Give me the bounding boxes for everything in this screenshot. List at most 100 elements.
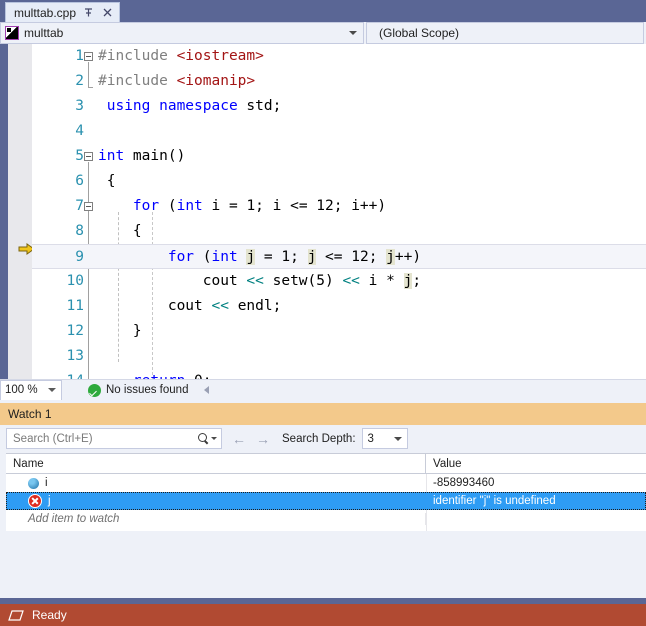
chevron-down-icon[interactable] [349, 31, 357, 35]
code-token: #include [98, 73, 177, 89]
code-token: << [342, 273, 360, 289]
pin-icon[interactable] [82, 6, 95, 19]
code-token: cout [98, 273, 247, 289]
code-token: ; [412, 273, 422, 289]
watch-value-cell[interactable]: -858993460 [426, 477, 646, 489]
search-icon[interactable] [198, 433, 209, 444]
code-line[interactable]: 3 using namespace std; [32, 94, 646, 119]
editor-navigation-bar: multtab (Global Scope) [0, 22, 646, 44]
code-line[interactable]: 11 cout << endl; [32, 294, 646, 319]
forward-arrow-icon[interactable]: → [256, 432, 270, 446]
chevron-down-icon[interactable] [211, 437, 217, 440]
line-number: 13 [66, 348, 84, 364]
error-icon [28, 494, 42, 508]
line-number: 12 [66, 323, 84, 339]
search-input[interactable]: Search (Ctrl+E) [6, 428, 222, 449]
code-line[interactable]: 1 #include <iostream> [32, 44, 646, 69]
code-token: << [211, 298, 229, 314]
code-token: for [132, 198, 160, 214]
watch-name-cell[interactable]: j [6, 494, 426, 508]
line-number: 11 [66, 298, 84, 314]
add-watch-row[interactable]: Add item to watch [6, 510, 646, 528]
document-tab-multtab-cpp[interactable]: multtab.cpp [5, 2, 121, 22]
code-token: { [98, 223, 142, 239]
line-number: 9 [75, 249, 84, 265]
watch-panel-title: Watch 1 [8, 407, 52, 421]
watch-panel-header[interactable]: Watch 1 [0, 403, 646, 425]
code-line-text: int main() [98, 144, 185, 169]
line-number: 8 [75, 223, 84, 239]
code-line[interactable]: 5 int main() [32, 144, 646, 169]
code-line-text: cout << setw(5) << i * j; [98, 269, 421, 294]
line-number: 6 [75, 173, 84, 189]
issues-indicator[interactable]: No issues found [88, 383, 189, 397]
code-token: ++) [394, 249, 422, 265]
code-token: cout [98, 298, 212, 314]
code-token: j [403, 273, 413, 289]
code-token: << [246, 273, 264, 289]
code-line[interactable]: 4 [32, 119, 646, 144]
code-line[interactable]: 6 { [32, 169, 646, 194]
line-number: 5 [75, 148, 84, 164]
zoom-level-dropdown[interactable]: 100 % [0, 379, 62, 401]
table-row[interactable]: j identifier "j" is undefined [6, 492, 646, 510]
watch-rows: i -858993460 j identifier "j" is undefined [6, 474, 646, 510]
code-token: for [167, 249, 195, 265]
code-line[interactable]: 13 [32, 344, 646, 369]
code-token: <iomanip> [176, 73, 256, 89]
code-token: setw(5) [263, 273, 343, 289]
column-header-name[interactable]: Name [6, 454, 426, 473]
code-token: { [98, 173, 116, 189]
document-tab-label: multtab.cpp [14, 5, 77, 20]
project-selector-label: multtab [24, 26, 64, 40]
code-token: = 1; [255, 249, 308, 265]
document-tab-strip: multtab.cpp [0, 0, 646, 22]
editor-left-edge [0, 44, 8, 379]
code-line[interactable]: 14 return 0; [32, 369, 646, 379]
code-line-text: return 0; [98, 369, 212, 379]
chevron-down-icon[interactable] [48, 388, 56, 392]
variable-icon [28, 477, 39, 489]
code-line[interactable]: 9 for (int j = 1; j <= 12; j++) [32, 244, 646, 269]
code-line-text: #include <iomanip> [98, 69, 255, 94]
watch-grid-header: Name Value [6, 454, 646, 474]
code-line[interactable]: 8 { [32, 219, 646, 244]
line-number: 4 [75, 123, 84, 139]
watch-name-text: i [45, 477, 48, 489]
table-row[interactable]: i -858993460 [6, 474, 646, 492]
code-line-text: using namespace std; [98, 94, 282, 119]
line-number: 7 [75, 198, 84, 214]
close-icon[interactable] [101, 6, 114, 19]
column-header-value[interactable]: Value [426, 454, 646, 473]
code-token: int [98, 148, 125, 164]
scope-selector-dropdown[interactable]: (Global Scope) [366, 22, 644, 44]
code-line[interactable]: 2 #include <iomanip> [32, 69, 646, 94]
code-editor[interactable]: 1 #include <iostream> 2 #include <iomanip> 3… [0, 44, 646, 379]
search-depth-dropdown[interactable]: 3 [361, 428, 408, 449]
code-token: <= 12; [316, 249, 387, 265]
code-token: int [176, 198, 203, 214]
left-arrow-icon[interactable] [204, 386, 210, 394]
search-placeholder: Search (Ctrl+E) [13, 432, 93, 445]
code-token: int [211, 249, 238, 265]
code-line[interactable]: 12 } [32, 319, 646, 344]
success-check-icon [88, 383, 101, 397]
editor-text-area[interactable]: 1 #include <iostream> 2 #include <iomanip> 3… [32, 44, 646, 379]
code-token: <iostream> [176, 48, 264, 64]
issues-label: No issues found [106, 384, 189, 396]
project-selector-dropdown[interactable]: multtab [0, 22, 364, 44]
status-bar: Ready [0, 604, 646, 626]
watch-grid[interactable]: Name Value i -858993460 j identifier "j" is… [6, 453, 646, 531]
code-line[interactable]: 7 for (int i = 1; i <= 12; i++) [32, 194, 646, 219]
watch-name-cell[interactable]: i [6, 477, 426, 489]
line-number: 2 [75, 73, 84, 89]
code-token: } [98, 323, 142, 339]
editor-indicator-margin[interactable] [8, 44, 35, 379]
watch-value-cell[interactable]: identifier "j" is undefined [426, 495, 646, 507]
watch-name-text: j [48, 495, 51, 507]
chevron-down-icon[interactable] [393, 436, 402, 441]
visual-studio-window: multtab.cpp multtab (Global Scope) 1 #in… [0, 0, 646, 626]
code-line[interactable]: 10 cout << setw(5) << i * j; [32, 269, 646, 294]
back-arrow-icon[interactable]: ← [232, 432, 246, 446]
code-token: std; [246, 98, 282, 114]
